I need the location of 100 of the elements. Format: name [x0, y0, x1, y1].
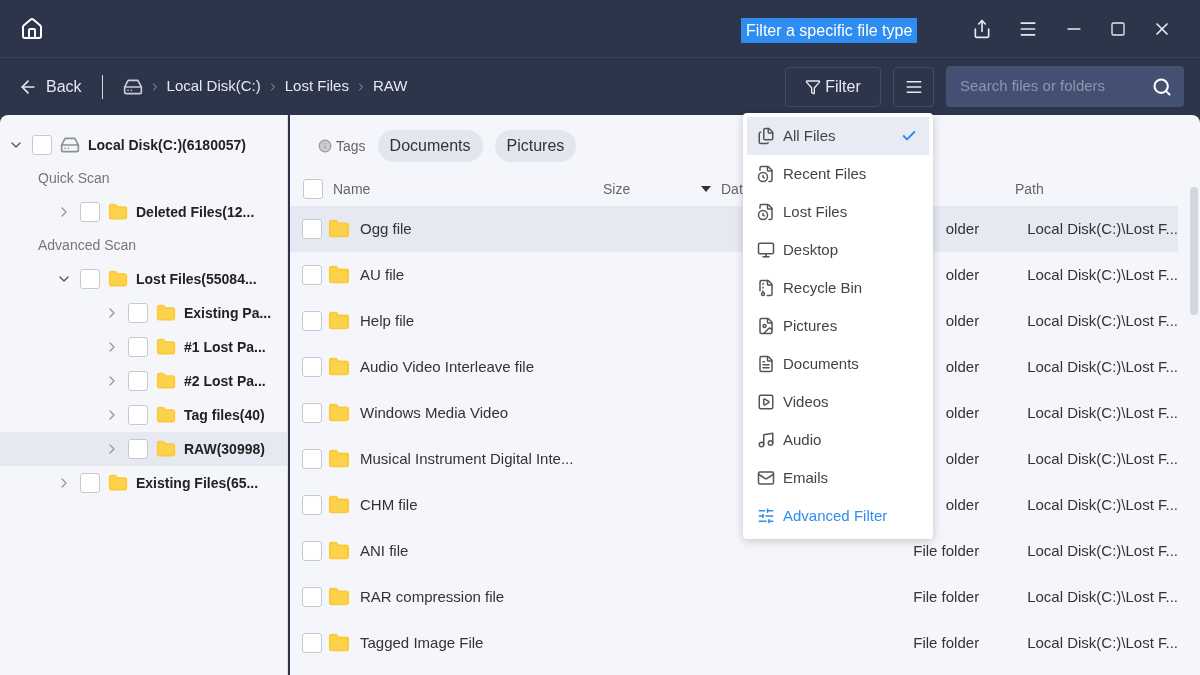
folder-icon — [328, 264, 350, 286]
checkbox[interactable] — [302, 587, 322, 607]
search-icon[interactable] — [1152, 76, 1172, 97]
checkbox[interactable] — [128, 337, 148, 357]
checkbox[interactable] — [302, 633, 322, 653]
checkbox[interactable] — [128, 439, 148, 459]
checkbox[interactable] — [302, 541, 322, 561]
tree-item[interactable]: Existing Files(65... — [0, 466, 287, 500]
play-icon — [757, 393, 775, 411]
folder-icon — [156, 439, 176, 459]
breadcrumb-link[interactable]: Local Disk(C:) — [166, 75, 261, 98]
home-icon[interactable] — [20, 16, 44, 41]
document-clock-icon — [757, 165, 775, 183]
checkbox[interactable] — [302, 219, 322, 239]
checkbox[interactable] — [128, 371, 148, 391]
checkbox[interactable] — [302, 495, 322, 515]
archive-file-icon — [757, 279, 775, 297]
tag-chip[interactable]: Pictures — [494, 130, 577, 162]
monitor-icon — [757, 241, 775, 259]
file-name: AU file — [360, 264, 405, 285]
file-name: Musical Instrument Digital Inte... — [360, 448, 574, 469]
checkbox[interactable] — [80, 202, 100, 222]
tree-item[interactable]: Existing Pa... — [0, 296, 287, 330]
filter-option[interactable]: Pictures — [747, 307, 929, 345]
filter-option[interactable]: All Files — [747, 117, 929, 155]
checkbox[interactable] — [80, 473, 100, 493]
export-icon[interactable] — [972, 18, 992, 39]
filter-option[interactable]: Recent Files — [747, 155, 929, 193]
search-field[interactable]: Search files or folders — [946, 66, 1184, 107]
folder-icon — [108, 202, 128, 222]
breadcrumb-link[interactable]: Lost Files — [284, 75, 349, 98]
tree-item[interactable]: Lost Files(55084... — [0, 262, 287, 296]
checkbox[interactable] — [302, 403, 322, 423]
checkbox[interactable] — [302, 449, 322, 469]
tree-item[interactable]: #1 Lost Pa... — [0, 330, 287, 364]
section-heading: Advanced Scan — [38, 236, 137, 255]
checkbox[interactable] — [302, 357, 322, 377]
file-type: older — [944, 264, 980, 285]
funnel-icon — [805, 78, 822, 95]
checkbox[interactable] — [32, 135, 52, 155]
filter-option[interactable]: Documents — [747, 345, 929, 383]
tag-chip[interactable]: Documents — [377, 130, 483, 162]
checkbox[interactable] — [302, 311, 322, 331]
tree-item[interactable]: Tag files(40) — [0, 398, 287, 432]
scrollbar[interactable] — [1190, 187, 1198, 315]
breadcrumb-link[interactable]: RAW — [372, 75, 408, 98]
maximize-icon[interactable] — [1110, 20, 1126, 37]
tree-item[interactable]: RAW(30998) — [0, 432, 287, 466]
file-type: older — [944, 218, 980, 239]
filter-button[interactable]: Filter — [785, 66, 881, 107]
tree-label: Existing Pa... — [184, 303, 272, 323]
list-view-button[interactable] — [893, 66, 934, 107]
folder-icon — [328, 448, 350, 470]
tree-item[interactable]: Deleted Files(12... — [0, 195, 287, 229]
file-path: Local Disk(C:)\Lost F... — [1027, 310, 1178, 331]
column-header[interactable]: Name — [333, 178, 371, 200]
file-type: older — [944, 356, 980, 377]
file-name: ANI file — [360, 540, 409, 561]
file-type: older — [944, 310, 980, 331]
column-header[interactable]: Path — [1015, 178, 1044, 200]
file-name: Audio Video Interleave file — [360, 356, 534, 377]
tags-label: Tags — [336, 136, 366, 156]
folder-icon — [328, 356, 350, 378]
filter-option[interactable]: Audio — [747, 421, 929, 459]
tree-item[interactable]: #2 Lost Pa... — [0, 364, 287, 398]
tree-label: Tag files(40) — [184, 405, 265, 425]
file-name: Ogg file — [360, 218, 412, 239]
drive-icon — [60, 135, 80, 155]
file-name: Windows Media Video — [360, 402, 509, 423]
search-input[interactable]: Search files or folders — [960, 75, 1152, 98]
tree-label: Existing Files(65... — [136, 473, 259, 493]
filter-option[interactable]: Videos — [747, 383, 929, 421]
image-file-icon — [757, 317, 775, 335]
file-path: Local Disk(C:)\Lost F... — [1027, 494, 1178, 515]
checkbox[interactable] — [302, 265, 322, 285]
tree-label: #1 Lost Pa... — [184, 337, 266, 357]
file-type: File folder — [912, 586, 980, 607]
column-header[interactable]: Size — [603, 178, 701, 200]
folder-icon — [156, 337, 176, 357]
checkbox[interactable] — [303, 179, 323, 199]
tree-label: Deleted Files(12... — [136, 202, 255, 222]
filter-option[interactable]: Emails — [747, 459, 929, 497]
tree-label: RAW(30998) — [184, 439, 265, 459]
files-icon — [757, 127, 775, 145]
checkbox[interactable] — [128, 405, 148, 425]
checkbox[interactable] — [80, 269, 100, 289]
checkbox[interactable] — [128, 303, 148, 323]
file-path: Local Disk(C:)\Lost F... — [1027, 586, 1178, 607]
file-type: File folder — [912, 632, 980, 653]
folder-icon — [328, 310, 350, 332]
file-name: CHM file — [360, 494, 418, 515]
back-button[interactable]: Back — [18, 74, 82, 99]
file-name: RAR compression file — [360, 586, 505, 607]
tree-item[interactable]: Local Disk(C:)(6180057) — [0, 128, 287, 162]
sort-caret-icon[interactable] — [701, 186, 711, 192]
filter-option[interactable]: Recycle Bin — [747, 269, 929, 307]
folder-icon — [108, 269, 128, 289]
file-name: Help file — [360, 310, 415, 331]
file-type: File folder — [912, 540, 980, 561]
advanced-filter-link[interactable]: Advanced Filter — [747, 497, 929, 535]
